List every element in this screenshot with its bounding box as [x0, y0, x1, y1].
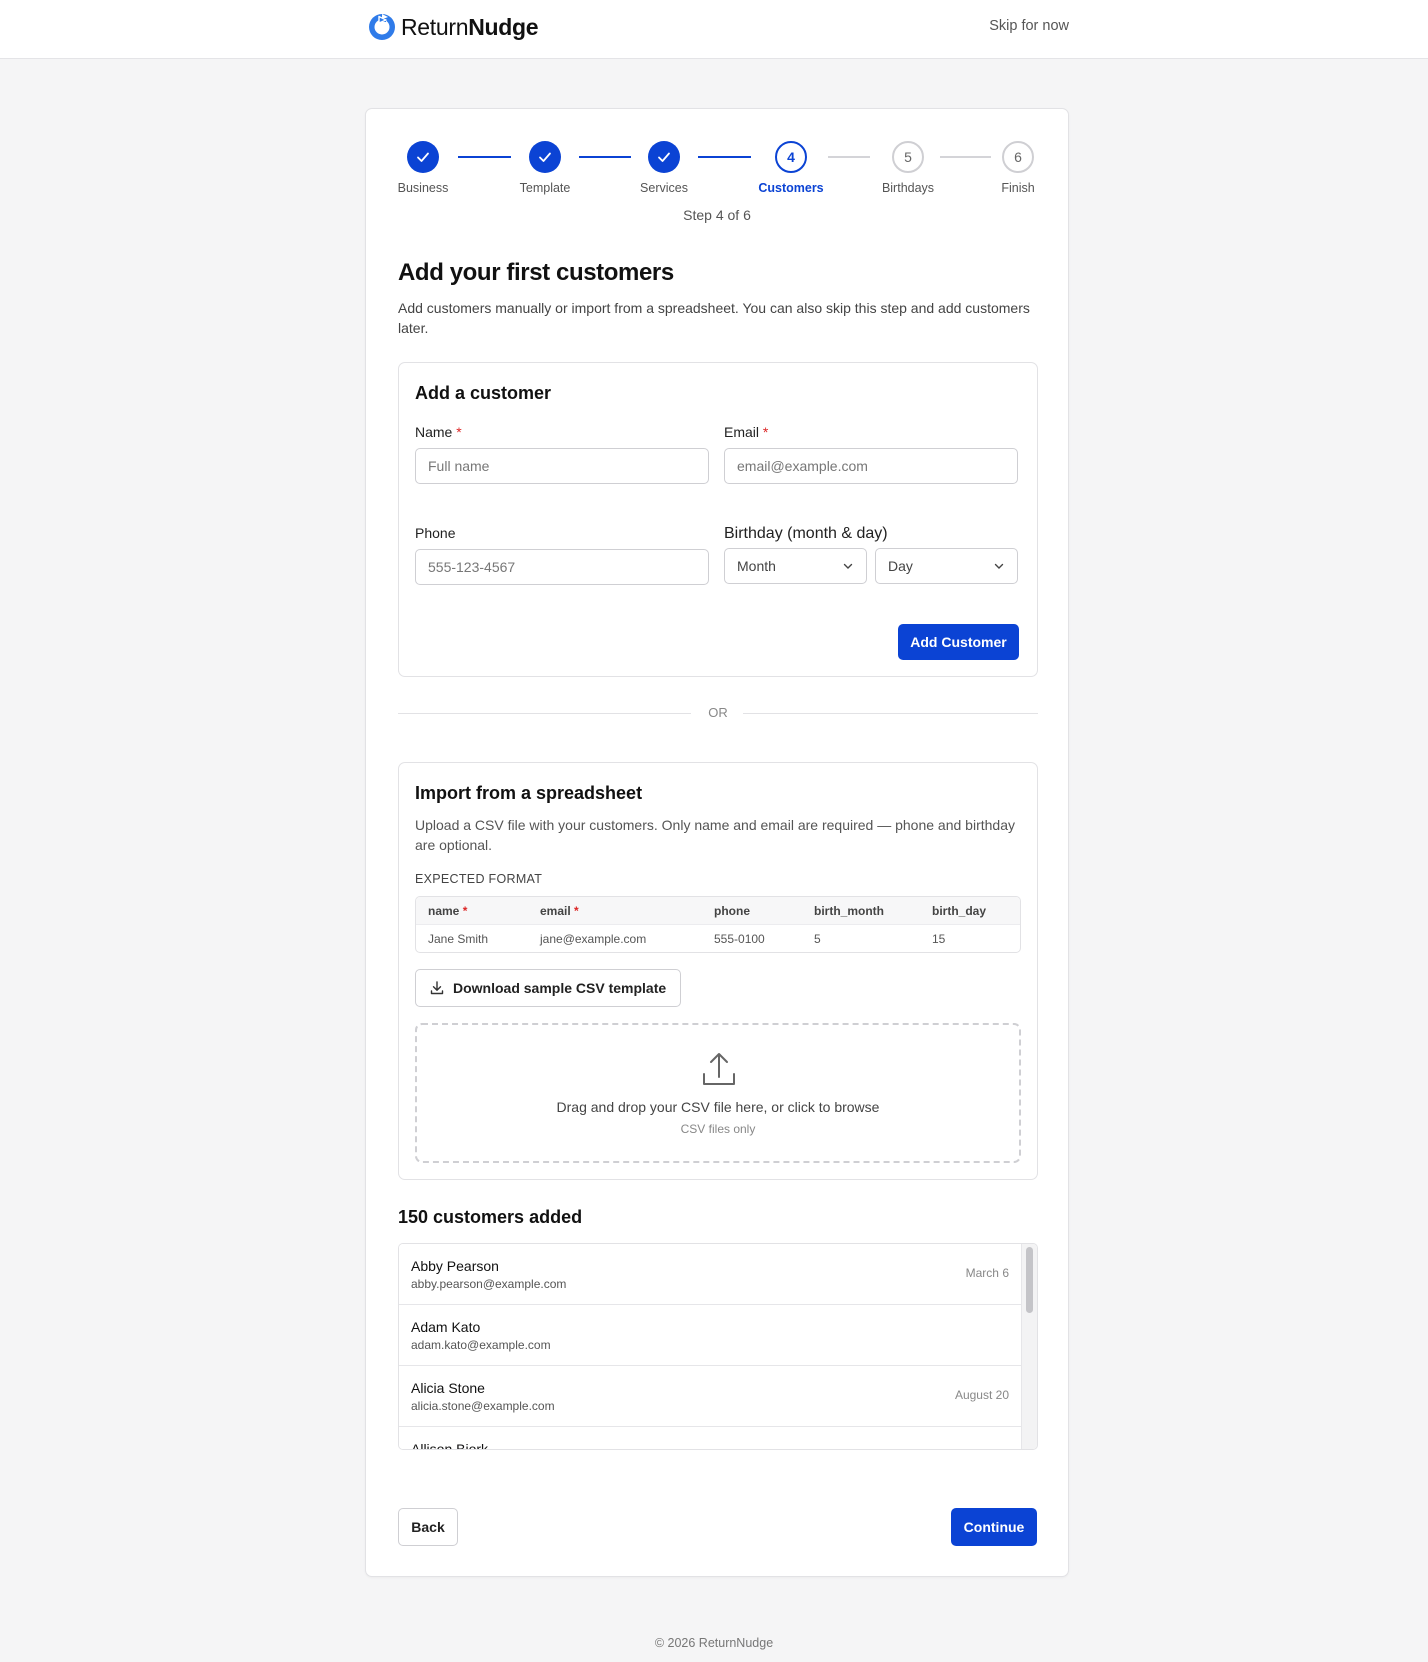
table-cell: 555-0100 [714, 932, 765, 946]
page-subtitle: Add customers manually or import from a … [398, 300, 1030, 336]
email-input[interactable]: email@example.com [724, 448, 1018, 484]
customer-birthday: March 6 [965, 1266, 1009, 1280]
download-template-button[interactable]: Download sample CSV template [415, 969, 681, 1007]
name-label: Name * [415, 424, 462, 440]
customers-count-title: 150 customers added [398, 1207, 583, 1227]
customer-email: abby.pearson@example.com [411, 1277, 567, 1291]
add-customer-title: Add a customer [415, 383, 552, 403]
phone-label: Phone [415, 525, 456, 541]
column-header: birth_month [814, 904, 884, 918]
email-label: Email * [724, 424, 769, 440]
copyright: © 2026 ReturnNudge [654, 1636, 774, 1650]
list-scrollbar[interactable] [1021, 1244, 1037, 1449]
stepper: Business Template Services 4 Customers 5… [398, 141, 1038, 201]
step-label: Finish [1001, 181, 1035, 195]
customer-name: Alicia Stone [411, 1380, 485, 1396]
format-table: name * email * phone birth_month birth_d… [415, 896, 1021, 953]
phone-input[interactable]: 555-123-4567 [415, 549, 709, 585]
step-customers: 4 Customers [746, 141, 836, 195]
check-icon [648, 141, 680, 173]
import-title: Import from a spreadsheet [415, 783, 643, 803]
top-bar: ReturnNudge Skip for now [0, 0, 1428, 59]
step-business: Business [378, 141, 468, 195]
month-select-value: Month [737, 558, 776, 574]
back-button[interactable]: Back [398, 1508, 458, 1546]
list-item[interactable]: Adam Kato adam.kato@example.com [399, 1305, 1021, 1366]
chevron-down-icon [994, 563, 1004, 569]
download-template-label: Download sample CSV template [453, 980, 667, 996]
name-input[interactable]: Full name [415, 448, 709, 484]
list-item[interactable]: Alicia Stone alicia.stone@example.com Au… [399, 1366, 1021, 1427]
step-number: 6 [1002, 141, 1034, 173]
step-label: Services [640, 181, 688, 195]
brand-logo[interactable]: ReturnNudge [367, 11, 539, 43]
day-select[interactable]: Day [875, 548, 1018, 584]
step-services: Services [619, 141, 709, 195]
step-number: 4 [775, 141, 807, 173]
step-finish: 6 Finish [973, 141, 1063, 195]
column-header: phone [714, 904, 750, 918]
dropzone-subtext: CSV files only [680, 1122, 756, 1136]
download-icon [430, 981, 444, 995]
step-progress-text: Step 4 of 6 [683, 207, 751, 223]
brand-name: ReturnNudge [401, 13, 539, 40]
customer-name: Allison Bjork [411, 1441, 489, 1450]
step-template: Template [500, 141, 590, 195]
format-table-header: name * email * phone birth_month birth_d… [416, 897, 1020, 925]
continue-button[interactable]: Continue [951, 1508, 1037, 1546]
column-header: name * [428, 904, 468, 918]
add-customer-panel: Add a customer Name * Full name Email * … [398, 362, 1038, 677]
customer-name: Adam Kato [411, 1319, 481, 1335]
step-number: 5 [892, 141, 924, 173]
table-cell: 5 [814, 932, 821, 946]
import-panel: Import from a spreadsheet Upload a CSV f… [398, 762, 1038, 1180]
day-select-value: Day [888, 558, 913, 574]
table-cell: Jane Smith [428, 932, 489, 946]
check-icon [529, 141, 561, 173]
or-divider: OR [398, 703, 1038, 723]
step-label: Template [519, 181, 571, 195]
format-table-row: Jane Smith jane@example.com 555-0100 5 1… [416, 925, 1020, 952]
table-cell: 15 [932, 932, 946, 946]
add-customer-button[interactable]: Add Customer [898, 624, 1019, 660]
upload-icon [703, 1053, 735, 1085]
customer-name: Abby Pearson [411, 1258, 499, 1274]
check-icon [407, 141, 439, 173]
customer-birthday: August 20 [954, 1388, 1009, 1402]
scrollbar-thumb[interactable] [1026, 1247, 1033, 1313]
chevron-down-icon [843, 563, 853, 569]
table-cell: jane@example.com [540, 932, 647, 946]
page-title: Add your first customers [398, 259, 674, 286]
step-label: Business [397, 181, 449, 195]
customer-list[interactable]: Abby Pearson abby.pearson@example.com Ma… [398, 1243, 1038, 1450]
step-birthdays: 5 Birthdays [863, 141, 953, 195]
birthday-label: Birthday (month & day) [724, 525, 888, 542]
expected-format-label: EXPECTED FORMAT [415, 872, 543, 886]
column-header: birth_day [932, 904, 987, 918]
logo-icon [369, 14, 395, 40]
step-label: Customers [758, 181, 824, 195]
column-header: email * [540, 904, 579, 918]
skip-link[interactable]: Skip for now [989, 18, 1069, 34]
list-item[interactable]: Allison Bjork [399, 1427, 1021, 1450]
customer-email: adam.kato@example.com [411, 1338, 551, 1352]
divider-line [743, 713, 1038, 714]
import-description: Upload a CSV file with your customers. O… [415, 817, 1015, 853]
list-item[interactable]: Abby Pearson abby.pearson@example.com Ma… [399, 1244, 1021, 1305]
onboarding-card: Business Template Services 4 Customers 5… [365, 108, 1069, 1577]
customer-email: alicia.stone@example.com [411, 1399, 555, 1413]
csv-dropzone[interactable]: Drag and drop your CSV file here, or cli… [415, 1023, 1021, 1163]
step-label: Birthdays [881, 181, 935, 195]
dropzone-text: Drag and drop your CSV file here, or cli… [556, 1099, 880, 1115]
month-select[interactable]: Month [724, 548, 867, 584]
